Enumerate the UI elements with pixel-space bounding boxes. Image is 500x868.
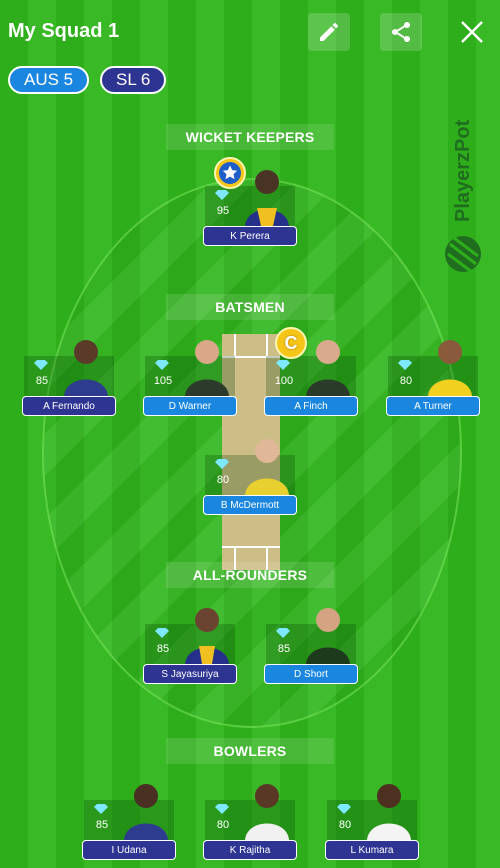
- player-name: A Turner: [386, 396, 480, 416]
- edit-button[interactable]: [308, 13, 350, 51]
- player-name: A Finch: [264, 396, 358, 416]
- header: My Squad 1: [0, 0, 500, 62]
- player-name: K Rajitha: [203, 840, 297, 860]
- player-name: D Warner: [143, 396, 237, 416]
- diamond-icon: [34, 360, 48, 370]
- diamond-icon: [155, 628, 169, 638]
- player-avatar: [185, 340, 229, 396]
- stump: [266, 334, 268, 356]
- vice-captain-badge: [214, 157, 246, 189]
- player-name: D Short: [264, 664, 358, 684]
- player-points: 100: [274, 375, 294, 387]
- captain-badge: C: [275, 327, 307, 359]
- diamond-icon: [215, 804, 229, 814]
- player-card-short[interactable]: 85 D Short: [264, 608, 358, 686]
- player-avatar: [185, 608, 229, 664]
- player-card-turner[interactable]: 80 A Turner: [386, 340, 480, 418]
- player-name: A Fernando: [22, 396, 116, 416]
- player-avatar: [245, 439, 289, 495]
- player-points: 85: [277, 643, 291, 655]
- diamond-icon: [215, 459, 229, 469]
- player-points: 85: [156, 643, 170, 655]
- captain-label: C: [284, 332, 298, 353]
- pitch-crease-bottom: [222, 546, 280, 548]
- player-card-warner[interactable]: 105 D Warner: [143, 340, 237, 418]
- player-points: 85: [95, 819, 109, 831]
- section-all-rounders: ALL-ROUNDERS: [166, 562, 334, 588]
- page-title: My Squad 1: [8, 20, 120, 42]
- diamond-icon: [276, 628, 290, 638]
- share-button[interactable]: [380, 13, 422, 51]
- player-avatar: [64, 340, 108, 396]
- player-avatar: [428, 340, 472, 396]
- star-icon: [219, 162, 241, 184]
- player-points: 85: [35, 375, 49, 387]
- player-name: I Udana: [82, 840, 176, 860]
- player-avatar: [306, 608, 350, 664]
- player-points: 105: [153, 375, 173, 387]
- diamond-icon: [398, 360, 412, 370]
- player-points: 80: [338, 819, 352, 831]
- diamond-icon: [94, 804, 108, 814]
- section-batsmen: BATSMEN: [166, 294, 334, 320]
- diamond-icon: [337, 804, 351, 814]
- player-card-kumara[interactable]: 80 L Kumara: [325, 784, 419, 862]
- brand-text: PlayerzPot: [452, 119, 474, 222]
- team-count-aus: AUS 5: [8, 66, 90, 94]
- player-points: 80: [216, 474, 230, 486]
- brand-logo: PlayerzPot: [445, 119, 481, 274]
- player-points: 95: [216, 205, 230, 217]
- player-name: L Kumara: [325, 840, 419, 860]
- share-icon: [392, 22, 410, 42]
- diamond-icon: [215, 190, 229, 200]
- player-points: 80: [399, 375, 413, 387]
- team-count-sl: SL 6: [100, 66, 167, 94]
- close-icon[interactable]: [458, 18, 486, 46]
- player-avatar: [245, 784, 289, 840]
- stump: [234, 334, 236, 356]
- player-card-jayasuriya[interactable]: 85 S Jayasuriya: [143, 608, 237, 686]
- player-name: K Perera: [203, 226, 297, 246]
- player-avatar: [306, 340, 350, 396]
- player-card-finch[interactable]: 100 A Finch: [264, 340, 358, 418]
- section-bowlers: BOWLERS: [166, 738, 334, 764]
- player-card-perera[interactable]: 95 K Perera: [203, 170, 297, 248]
- player-avatar: [245, 170, 289, 226]
- player-card-mcdermott[interactable]: 80 B McDermott: [203, 439, 297, 517]
- player-points: 80: [216, 819, 230, 831]
- player-card-fernando[interactable]: 85 A Fernando: [22, 340, 116, 418]
- pencil-icon: [320, 23, 338, 41]
- player-name: B McDermott: [203, 495, 297, 515]
- player-avatar: [124, 784, 168, 840]
- diamond-icon: [155, 360, 169, 370]
- player-card-rajitha[interactable]: 80 K Rajitha: [203, 784, 297, 862]
- player-card-udana[interactable]: 85 I Udana: [82, 784, 176, 862]
- player-name: S Jayasuriya: [143, 664, 237, 684]
- player-avatar: [367, 784, 411, 840]
- diamond-icon: [276, 360, 290, 370]
- section-wicket-keepers: WICKET KEEPERS: [166, 124, 334, 150]
